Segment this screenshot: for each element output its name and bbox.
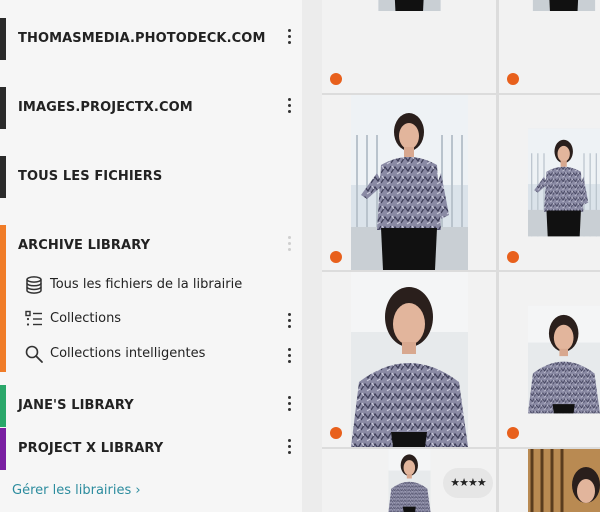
- library-color-bar: [0, 225, 6, 372]
- more-options-icon[interactable]: [286, 312, 294, 330]
- photo-tile[interactable]: [499, 95, 600, 270]
- library-color-bar: [0, 156, 6, 198]
- photo-thumbnail: [528, 0, 600, 93]
- library-janes[interactable]: JANE'S LIBRARY: [0, 385, 302, 427]
- photo-thumbnail: [528, 272, 600, 447]
- photo-tile[interactable]: [322, 272, 496, 447]
- photo-grid: [322, 0, 600, 512]
- library-title[interactable]: PROJECT X LIBRARY: [18, 441, 163, 456]
- library-thomasmedia[interactable]: THOMASMEDIA.PHOTODECK.COM: [0, 18, 302, 60]
- search-icon: [25, 345, 43, 363]
- flag-dot[interactable]: [507, 427, 519, 439]
- more-options-icon[interactable]: [286, 347, 294, 365]
- library-color-bar: [0, 18, 6, 60]
- photo-thumbnail: [351, 0, 468, 93]
- library-color-bar: [0, 428, 6, 470]
- photo-thumbnail: [351, 272, 468, 447]
- sidebar-item-label: Collections intelligentes: [50, 346, 206, 361]
- library-project-x[interactable]: PROJECT X LIBRARY: [0, 428, 302, 470]
- library-color-bar: [0, 385, 6, 427]
- library-all-files[interactable]: TOUS LES FICHIERS: [0, 156, 302, 198]
- photo-tile[interactable]: [499, 449, 600, 512]
- sidebar-item-label: Tous les fichiers de la librairie: [50, 277, 243, 292]
- photo-thumbnail: [528, 449, 600, 512]
- photo-thumbnail: [351, 95, 468, 270]
- list-icon: [25, 310, 42, 326]
- database-icon: [26, 276, 42, 294]
- sidebar-item-label: Collections: [50, 311, 122, 326]
- photo-tile[interactable]: [499, 0, 600, 93]
- photo-tile[interactable]: [322, 95, 496, 270]
- more-options-icon[interactable]: [286, 438, 294, 456]
- more-options-icon[interactable]: [286, 97, 294, 115]
- more-options-icon[interactable]: [286, 235, 294, 253]
- flag-dot[interactable]: [330, 427, 342, 439]
- library-title[interactable]: TOUS LES FICHIERS: [18, 169, 162, 184]
- manage-libraries-link[interactable]: Gérer les librairies ›: [12, 483, 141, 498]
- library-color-bar: [0, 87, 6, 129]
- sidebar-item-collections[interactable]: Collections: [24, 307, 294, 331]
- library-title[interactable]: JANE'S LIBRARY: [18, 398, 134, 413]
- photo-tile[interactable]: [322, 0, 496, 93]
- library-projectx[interactable]: IMAGES.PROJECTX.COM: [0, 87, 302, 129]
- star-rating-badge[interactable]: ★★★★: [443, 468, 493, 498]
- sidebar-item-all-library-files[interactable]: Tous les fichiers de la librairie: [24, 273, 294, 297]
- library-title[interactable]: THOMASMEDIA.PHOTODECK.COM: [18, 31, 265, 46]
- sidebar-item-smart-collections[interactable]: Collections intelligentes: [24, 342, 294, 366]
- more-options-icon[interactable]: [286, 28, 294, 46]
- photo-thumbnail: [528, 95, 600, 270]
- flag-dot[interactable]: [507, 251, 519, 263]
- flag-dot[interactable]: [330, 251, 342, 263]
- flag-dot[interactable]: [330, 73, 342, 85]
- photo-tile[interactable]: [499, 272, 600, 447]
- library-title[interactable]: IMAGES.PROJECTX.COM: [18, 100, 193, 115]
- library-sidebar: THOMASMEDIA.PHOTODECK.COM IMAGES.PROJECT…: [0, 0, 302, 512]
- library-title[interactable]: ARCHIVE LIBRARY: [18, 238, 150, 253]
- more-options-icon[interactable]: [286, 395, 294, 413]
- flag-dot[interactable]: [507, 73, 519, 85]
